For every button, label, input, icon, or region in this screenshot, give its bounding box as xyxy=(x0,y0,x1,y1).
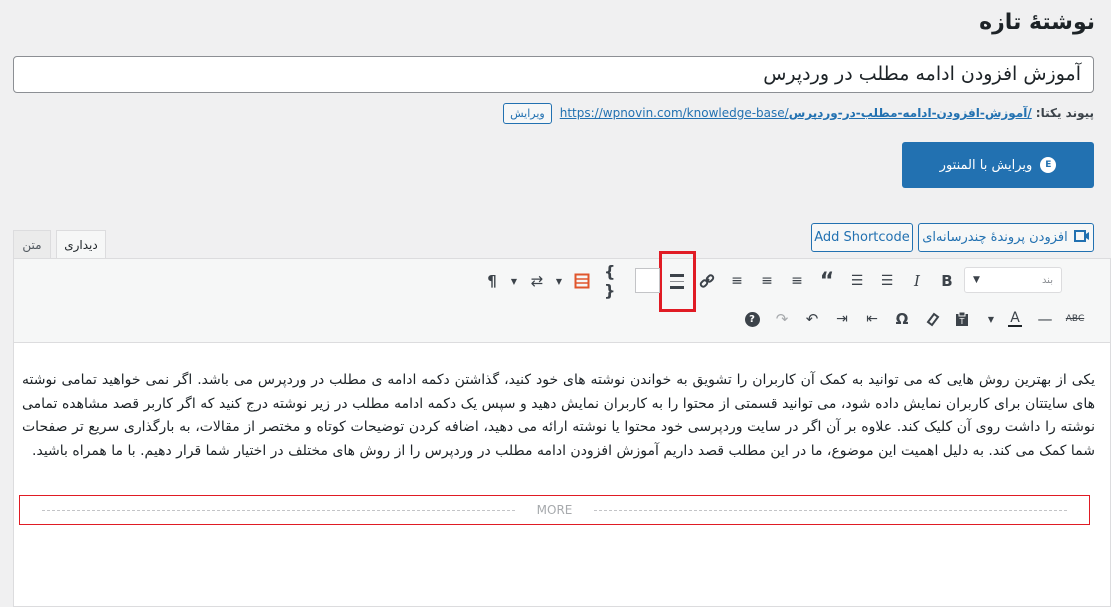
horizontal-line-icon[interactable]: — xyxy=(1032,306,1058,332)
bold-icon[interactable]: B xyxy=(934,268,960,294)
permalink-slug: آموزش-افزودن-ادامه-مطلب-در-وردپرس/ xyxy=(788,106,1032,120)
italic-icon[interactable]: I xyxy=(904,268,930,294)
table-dropdown-icon[interactable]: ▼ xyxy=(552,268,566,294)
tab-text[interactable]: متن xyxy=(13,230,51,258)
add-media-label: افزودن پروندهٔ چندرسانه‌ای xyxy=(922,230,1068,245)
paste-as-text-icon[interactable]: T xyxy=(949,306,975,332)
help-icon[interactable]: ? xyxy=(739,306,765,332)
shortcode-loop-icon[interactable]: ⇄ xyxy=(524,268,550,294)
rtl-paragraph-icon[interactable]: ¶ xyxy=(479,268,505,294)
outdent-icon[interactable]: ⇤ xyxy=(859,306,885,332)
shortcode-loop-dropdown-icon[interactable]: ▼ xyxy=(507,268,521,294)
permalink-label: پیوند یکتا: xyxy=(1035,106,1094,120)
clear-formatting-icon[interactable] xyxy=(919,306,945,332)
more-tag-line-left xyxy=(42,509,515,511)
text-color-letter: A xyxy=(1010,310,1020,326)
add-media-button[interactable]: افزودن پروندهٔ چندرسانه‌ای xyxy=(918,223,1094,252)
align-center-icon[interactable]: ≡ xyxy=(754,268,780,294)
svg-text:T: T xyxy=(959,317,965,326)
more-tag[interactable]: MORE xyxy=(19,495,1090,525)
chevron-down-icon: ▼ xyxy=(973,275,980,285)
permalink-url[interactable]: https://wpnovin.com/knowledge-base/آموزش… xyxy=(560,106,1032,120)
redo-icon[interactable]: ↷ xyxy=(769,306,795,332)
code-braces-icon[interactable]: { } xyxy=(604,262,630,300)
numbered-list-icon[interactable]: ☰ xyxy=(844,268,870,294)
indent-icon[interactable]: ⇥ xyxy=(829,306,855,332)
permalink-base: https://wpnovin.com/knowledge-base/ xyxy=(559,106,789,120)
post-title-input[interactable]: آموزش افزودن ادامه مطلب در وردپرس xyxy=(13,56,1094,93)
blank-button[interactable] xyxy=(635,268,660,293)
table-icon[interactable] xyxy=(569,268,595,294)
page-title: نوشتهٔ تازه xyxy=(979,10,1095,35)
editor: بند ▼ B I ☰ ☰ “ ≡ ≡ ≡ { } ▼ ⇄ ▼ ¶ ABC — … xyxy=(13,251,1111,607)
text-color-swatch xyxy=(1008,325,1022,327)
elementor-button-label: ویرایش با المنتور xyxy=(939,157,1033,173)
permalink-row: پیوند یکتا: https://wpnovin.com/knowledg… xyxy=(503,100,1094,126)
elementor-icon: E xyxy=(1040,157,1057,173)
more-tag-label: MORE xyxy=(536,503,573,517)
add-media-icon xyxy=(1073,229,1090,247)
format-select-value: بند xyxy=(1041,274,1053,286)
read-more-highlight xyxy=(659,251,696,312)
tab-visual[interactable]: دیداری xyxy=(56,230,106,259)
editor-toolbar: بند ▼ B I ☰ ☰ “ ≡ ≡ ≡ { } ▼ ⇄ ▼ ¶ ABC — … xyxy=(14,251,1110,343)
link-icon[interactable] xyxy=(694,268,720,294)
editor-content[interactable]: یکی از بهترین روش هایی که می توانید به ک… xyxy=(22,369,1095,463)
undo-icon[interactable]: ↶ xyxy=(799,306,825,332)
text-color-dropdown-icon[interactable]: ▼ xyxy=(984,306,998,332)
bullet-list-icon[interactable]: ☰ xyxy=(874,268,900,294)
add-shortcode-button[interactable]: Add Shortcode xyxy=(811,223,913,252)
special-character-icon[interactable]: Ω xyxy=(889,306,915,332)
align-left-icon[interactable]: ≡ xyxy=(784,268,810,294)
blockquote-icon[interactable]: “ xyxy=(814,268,840,294)
more-tag-line-right xyxy=(594,509,1067,511)
permalink-edit-button[interactable]: ویرایش xyxy=(503,102,552,124)
align-right-icon[interactable]: ≡ xyxy=(724,268,750,294)
edit-with-elementor-button[interactable]: E ویرایش با المنتور xyxy=(902,142,1094,188)
help-icon-circle: ? xyxy=(744,311,760,327)
strikethrough-icon[interactable]: ABC xyxy=(1062,306,1088,332)
text-color-icon[interactable]: A xyxy=(1002,306,1028,332)
format-select[interactable]: بند ▼ xyxy=(964,267,1062,293)
